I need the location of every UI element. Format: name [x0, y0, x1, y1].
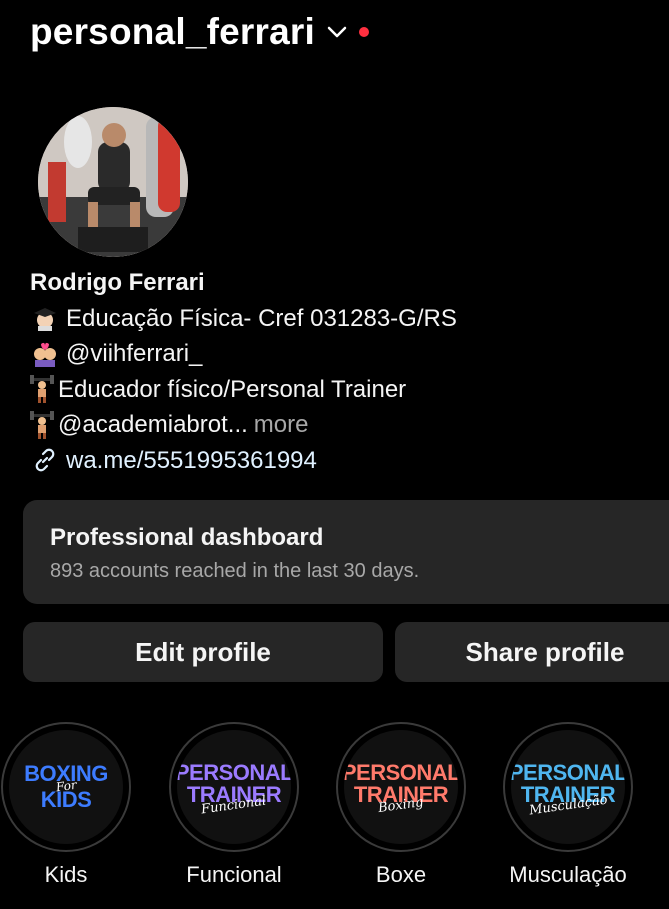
- highlight-ring: PERSONAL TRAINER Funcional: [169, 722, 299, 852]
- dashboard-title: Professional dashboard: [50, 524, 324, 551]
- website-link[interactable]: wa.me/5551995361994: [66, 443, 317, 479]
- highlight-label: Musculação: [509, 862, 627, 887]
- share-profile-button[interactable]: Share profile: [395, 622, 669, 682]
- highlight-cover: PERSONAL TRAINER Funcional: [177, 730, 291, 844]
- weightlifter-emoji-icon: [30, 410, 54, 440]
- highlight-boxe[interactable]: PERSONAL TRAINER Boxing Boxe: [336, 722, 466, 888]
- bio-line: @viihferrari_: [30, 336, 457, 372]
- username-switcher[interactable]: personal_ferrari: [30, 11, 315, 53]
- notification-dot: [358, 27, 369, 37]
- link-icon: [30, 445, 60, 475]
- highlight-kids[interactable]: BOXING For KIDS Kids: [1, 722, 131, 888]
- chevron-down-icon[interactable]: [325, 20, 349, 44]
- bio: Rodrigo Ferrari Educação Física- Cref 03…: [30, 265, 457, 478]
- highlight-musculacao[interactable]: PERSONAL TRAINER Musculação Musculação: [503, 722, 633, 888]
- avatar[interactable]: [38, 107, 188, 257]
- highlight-label: Kids: [44, 862, 88, 887]
- profile-header: personal_ferrari: [30, 10, 369, 54]
- more-button[interactable]: more: [254, 407, 309, 443]
- weightlifter-emoji-icon: [30, 374, 54, 404]
- bio-line: Educação Física- Cref 031283-G/RS: [30, 301, 457, 337]
- bio-line: @academiabrot... more: [30, 407, 457, 443]
- professional-dashboard-card[interactable]: Professional dashboard 893 accounts reac…: [23, 500, 669, 604]
- graduate-emoji-icon: [30, 303, 60, 333]
- couple-emoji-icon: [30, 339, 60, 369]
- dashboard-subtitle: 893 accounts reached in the last 30 days…: [50, 560, 420, 582]
- highlight-ring: BOXING For KIDS: [1, 722, 131, 852]
- highlight-ring: PERSONAL TRAINER Boxing: [336, 722, 466, 852]
- highlight-label: Boxe: [375, 862, 427, 887]
- highlight-cover: PERSONAL TRAINER Musculação: [511, 730, 625, 844]
- mention-link[interactable]: @academiabrot...: [58, 407, 248, 443]
- highlight-cover: BOXING For KIDS: [9, 730, 123, 844]
- mention-link[interactable]: @viihferrari_: [66, 336, 202, 372]
- highlight-ring: PERSONAL TRAINER Musculação: [503, 722, 633, 852]
- edit-profile-button[interactable]: Edit profile: [23, 622, 383, 682]
- display-name: Rodrigo Ferrari: [30, 269, 205, 296]
- highlight-funcional[interactable]: PERSONAL TRAINER Funcional Funcional: [169, 722, 299, 888]
- highlight-cover: PERSONAL TRAINER Boxing: [344, 730, 458, 844]
- bio-line: Educador físico/Personal Trainer: [30, 372, 457, 408]
- website-link-row[interactable]: wa.me/5551995361994: [30, 443, 457, 479]
- highlight-label: Funcional: [186, 862, 282, 887]
